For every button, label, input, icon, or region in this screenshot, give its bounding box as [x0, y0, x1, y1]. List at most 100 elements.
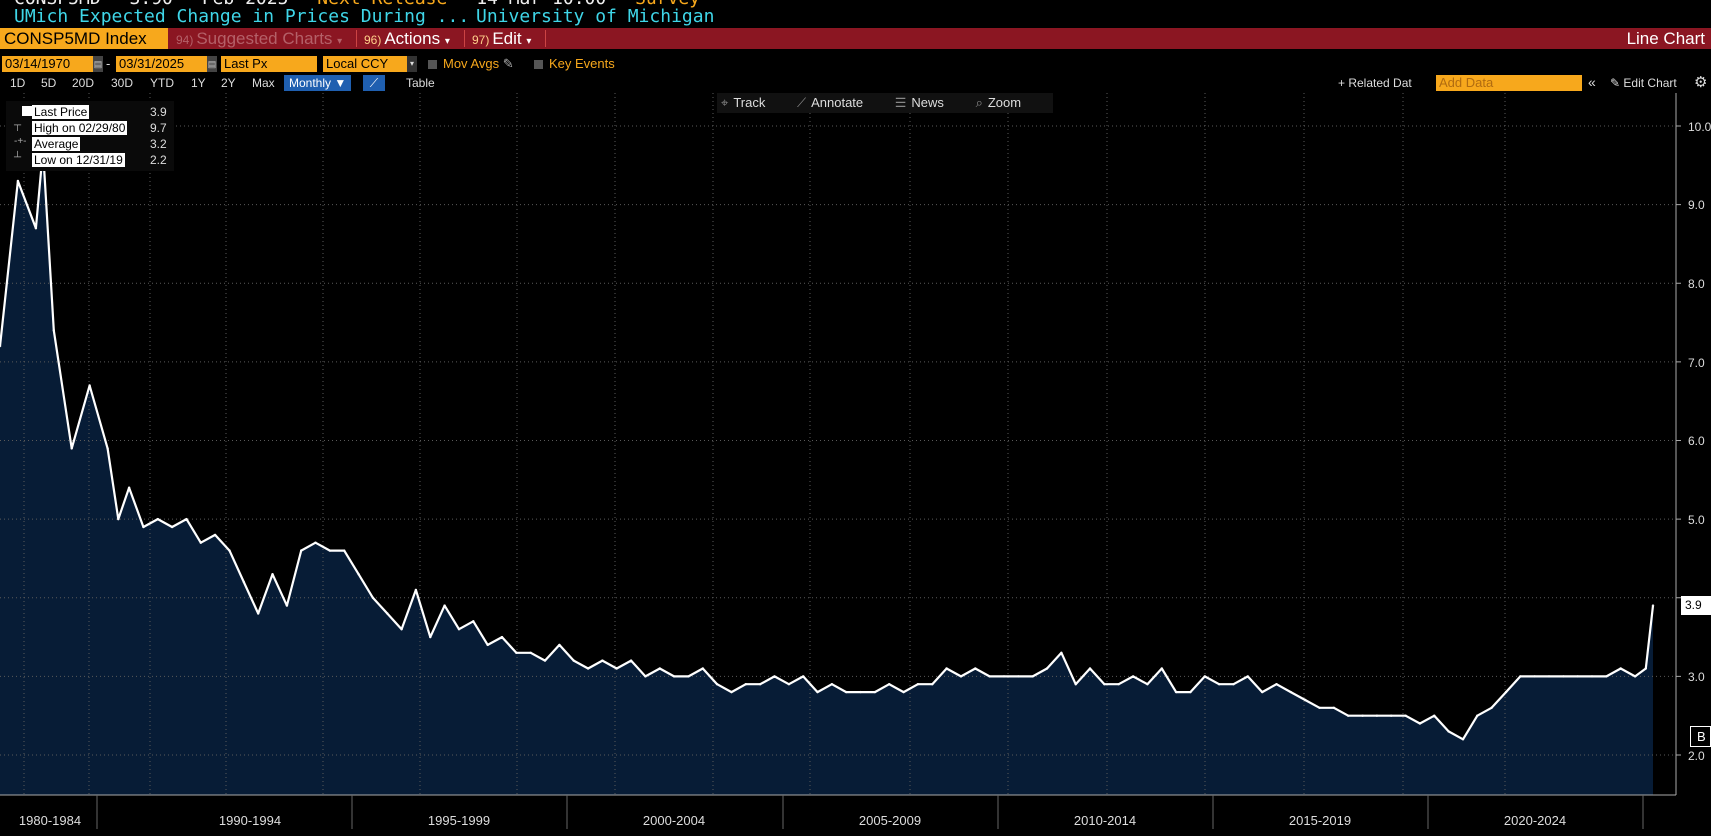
y-tick-label: 3.0 — [1688, 670, 1705, 684]
news-tool[interactable]: ☰ News — [895, 95, 958, 110]
data-point — [759, 683, 762, 686]
news-icon: ☰ — [894, 95, 907, 110]
period-1y[interactable]: 1Y — [191, 75, 206, 91]
checkbox-icon[interactable] — [428, 60, 437, 70]
key-events-toggle[interactable]: Key Events — [534, 56, 615, 72]
data-point — [1332, 706, 1336, 709]
data-point — [1246, 675, 1250, 678]
data-point — [1519, 675, 1522, 678]
legend-last-label: Last Price — [32, 105, 90, 119]
data-point — [830, 683, 834, 686]
gear-icon[interactable]: ⚙ — [1694, 73, 1707, 91]
price-field-select[interactable]: Last Px — [221, 56, 317, 72]
suggested-charts-label: Suggested Charts — [196, 29, 333, 48]
b-button[interactable]: B — [1690, 726, 1711, 747]
edit-chart-button[interactable]: ✎ Edit Chart — [1610, 75, 1677, 91]
data-point — [1361, 714, 1364, 717]
data-point — [185, 517, 188, 521]
chevron-down-icon[interactable]: ▾ — [407, 56, 417, 72]
zoom-tool[interactable]: ⌕ Zoom — [976, 95, 1036, 110]
data-point — [572, 659, 575, 662]
edit-menu[interactable]: 97) Edit ▾ — [472, 28, 531, 49]
checkbox-icon[interactable] — [534, 60, 543, 70]
data-point — [34, 227, 38, 230]
data-point — [859, 690, 862, 694]
data-point — [1318, 706, 1321, 709]
y-tick-label: 8.0 — [1688, 277, 1705, 291]
data-point — [1576, 675, 1579, 678]
data-point — [816, 690, 819, 694]
chart-tools-bar: ⌖ Track ⟋ Annotate ☰ News ⌕ Zoom — [717, 93, 1054, 113]
data-point — [687, 675, 690, 678]
toolbar-divider — [356, 30, 357, 47]
data-point — [1619, 667, 1622, 670]
y-tick-label: 9.0 — [1688, 198, 1705, 212]
data-point — [314, 541, 317, 544]
suggested-charts-number: 94) — [176, 33, 194, 47]
data-point — [1533, 675, 1536, 678]
add-data-input[interactable]: Add Data — [1436, 75, 1582, 91]
period-30d[interactable]: 30D — [111, 75, 133, 91]
calendar-icon[interactable]: ▤ — [93, 56, 103, 72]
data-point — [1088, 667, 1092, 670]
data-point — [16, 179, 20, 183]
legend-high-value: 9.7 — [150, 121, 167, 135]
legend-last-value: 3.9 — [150, 105, 167, 119]
legend-swatch[interactable] — [22, 106, 32, 116]
calendar-icon[interactable]: ▤ — [207, 56, 217, 72]
data-point — [1433, 714, 1436, 717]
related-data-button[interactable]: + Related Dat — [1338, 75, 1412, 91]
data-point — [672, 675, 676, 678]
data-point — [1146, 683, 1149, 686]
period-5d[interactable]: 5D — [41, 75, 56, 91]
period-20d[interactable]: 20D — [72, 75, 94, 91]
currency-select[interactable]: Local CCY ▾ — [323, 56, 417, 72]
frequency-dropdown[interactable]: Monthly ▼ — [284, 75, 352, 91]
line-chart-icon[interactable]: ⟋ — [363, 75, 385, 91]
average-marker-icon: -+- — [14, 136, 27, 147]
period-1d[interactable]: 1D — [10, 75, 25, 91]
data-point — [1476, 714, 1479, 717]
end-date-field[interactable]: 03/31/2025 ▤ — [116, 56, 217, 72]
pencil-icon: ✎ — [1610, 76, 1624, 90]
mov-avgs-toggle[interactable]: Mov Avgs ✎ — [428, 56, 514, 72]
data-point — [730, 690, 733, 694]
track-tool[interactable]: ⌖ Track — [721, 95, 779, 110]
data-point — [1217, 683, 1221, 686]
period-max[interactable]: Max — [252, 75, 275, 91]
actions-menu[interactable]: 96) Actions ▾ — [364, 28, 450, 49]
end-date-value: 03/31/2025 — [119, 56, 185, 71]
data-point — [88, 384, 91, 387]
period-ytd[interactable]: YTD — [150, 75, 174, 91]
data-point — [300, 549, 303, 552]
data-point — [658, 667, 661, 670]
legend-average: Average — [32, 137, 81, 151]
data-point — [1461, 738, 1465, 741]
data-point — [715, 683, 719, 686]
price-chart[interactable] — [0, 93, 1711, 836]
data-point — [414, 588, 418, 592]
security-name: UMich Expected Change in Prices During .… — [14, 6, 470, 27]
data-point — [285, 604, 289, 607]
start-date-field[interactable]: 03/14/1970 ▤ — [2, 56, 103, 72]
pencil-icon[interactable]: ✎ — [503, 56, 514, 71]
data-point — [1390, 714, 1393, 717]
data-point — [127, 486, 131, 489]
data-point — [1590, 675, 1594, 678]
annotate-tool[interactable]: ⟋ Annotate — [797, 95, 877, 110]
period-2y[interactable]: 2Y — [221, 75, 236, 91]
data-point — [644, 675, 647, 678]
data-point — [1261, 690, 1264, 694]
data-point — [1289, 690, 1293, 694]
data-point — [1203, 675, 1207, 678]
x-period-label: 2020-2024 — [1503, 813, 1567, 828]
edit-label: Edit — [492, 29, 522, 48]
data-point — [1605, 675, 1608, 678]
collapse-icon[interactable]: « — [1588, 74, 1596, 90]
ticker-field[interactable]: CONSP5MD Index — [0, 28, 168, 49]
legend-average-label: Average — [32, 137, 81, 151]
data-point — [1045, 667, 1049, 670]
suggested-charts-menu[interactable]: 94) Suggested Charts ▾ — [176, 28, 342, 49]
data-point — [1418, 722, 1422, 725]
table-button[interactable]: Table — [406, 75, 435, 91]
